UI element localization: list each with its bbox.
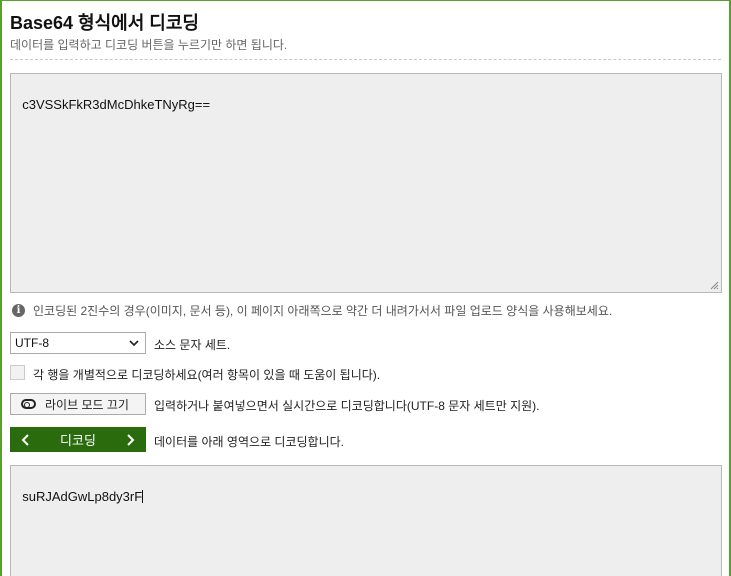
decode-description: 데이터를 아래 영역으로 디코딩합니다. [154,435,344,449]
per-line-label: 각 행을 개별적으로 디코딩하세요(여러 항목이 있을 때 도움이 됩니다). [33,368,381,382]
decode-button-label: 디코딩 [60,433,96,448]
chevron-down-icon [129,340,139,347]
chevron-right-icon [127,433,135,446]
text-cursor [142,490,144,503]
output-textarea[interactable]: suRJAdGwLp8dy3rF [10,465,722,576]
page-subtitle: 데이터를 입력하고 디코딩 버튼을 누르기만 하면 됩니다. [10,38,288,52]
per-line-checkbox[interactable] [10,365,25,380]
input-value: c3VSSkFkR3dMcDhkeTNyRg== [22,97,211,112]
decode-button[interactable]: 디코딩 [10,427,146,452]
chevron-left-icon [21,433,29,446]
divider [10,59,721,60]
live-mode-button[interactable]: 라이브 모드 끄기 [10,393,146,415]
charset-selected: UTF-8 [15,336,49,350]
info-icon: i [12,304,25,317]
charset-label: 소스 문자 세트. [154,338,231,352]
output-value: suRJAdGwLp8dy3rF [22,489,143,504]
info-note: i 인코딩된 2진수의 경우(이미지, 문서 등), 이 페이지 아래쪽으로 약… [12,302,612,319]
resize-grip-icon[interactable] [710,281,719,290]
info-text: 인코딩된 2진수의 경우(이미지, 문서 등), 이 페이지 아래쪽으로 약간 … [33,304,613,318]
page-title: Base64 형식에서 디코딩 [10,13,199,33]
charset-select[interactable]: UTF-8 [10,332,146,354]
input-textarea[interactable]: c3VSSkFkR3dMcDhkeTNyRg== [10,73,722,293]
live-mode-button-label: 라이브 모드 끄기 [45,397,129,412]
live-mode-description: 입력하거나 붙여넣으면서 실시간으로 디코딩합니다(UTF-8 문자 세트만 지… [154,399,540,413]
toggle-icon [21,399,36,409]
